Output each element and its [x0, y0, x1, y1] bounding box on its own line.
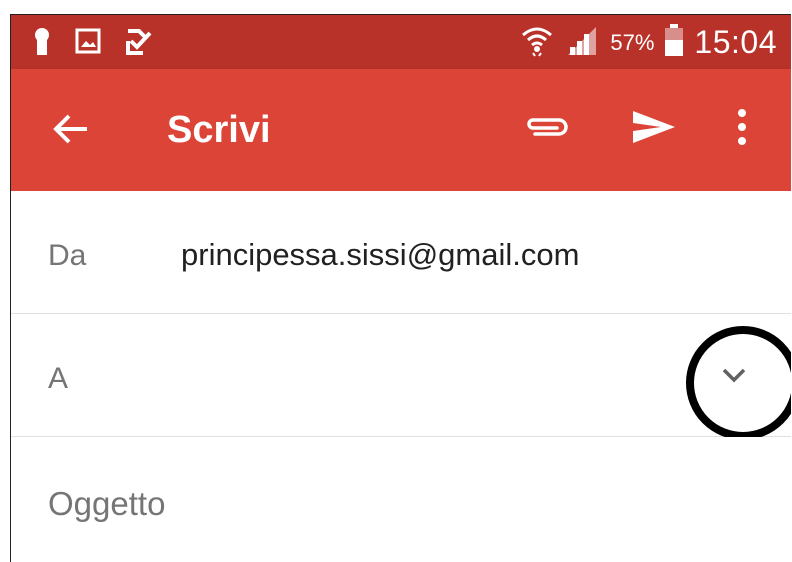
keyhole-icon: [33, 27, 51, 60]
to-label: A: [48, 362, 69, 395]
highlight-circle: [686, 326, 791, 440]
system-icons: 57% 15:04: [520, 23, 777, 62]
attach-icon: [523, 114, 569, 145]
wifi-icon: [520, 23, 554, 62]
clock: 15:04: [694, 24, 777, 60]
app-bar: Scrivi: [11, 69, 791, 191]
subject-input[interactable]: [48, 485, 648, 523]
status-bar: 57% 15:04: [11, 15, 791, 69]
send-button[interactable]: [627, 107, 681, 151]
more-options-button[interactable]: [727, 107, 757, 151]
battery-percent: 57%: [610, 29, 655, 55]
arrow-back-icon[interactable]: [51, 109, 91, 149]
battery-icon: [664, 24, 684, 61]
send-icon: [629, 107, 679, 152]
page-title: Scrivi: [167, 109, 271, 151]
from-label: Da: [48, 239, 87, 272]
from-address[interactable]: principessa.sissi@gmail.com: [181, 237, 579, 273]
notification-icons: [33, 27, 153, 60]
from-row[interactable]: Da principessa.sissi@gmail.com: [11, 191, 791, 314]
image-icon: [75, 28, 101, 59]
phone-screen: 57% 15:04 Scrivi Da principessa.sissi@gm…: [10, 14, 791, 562]
more-vert-icon: [737, 108, 747, 151]
attach-button[interactable]: [521, 107, 571, 151]
signal-icon: [564, 23, 600, 62]
to-input[interactable]: [161, 354, 665, 400]
subject-row: [11, 437, 791, 562]
checklist-icon: [125, 27, 153, 60]
to-row: A: [11, 314, 791, 440]
